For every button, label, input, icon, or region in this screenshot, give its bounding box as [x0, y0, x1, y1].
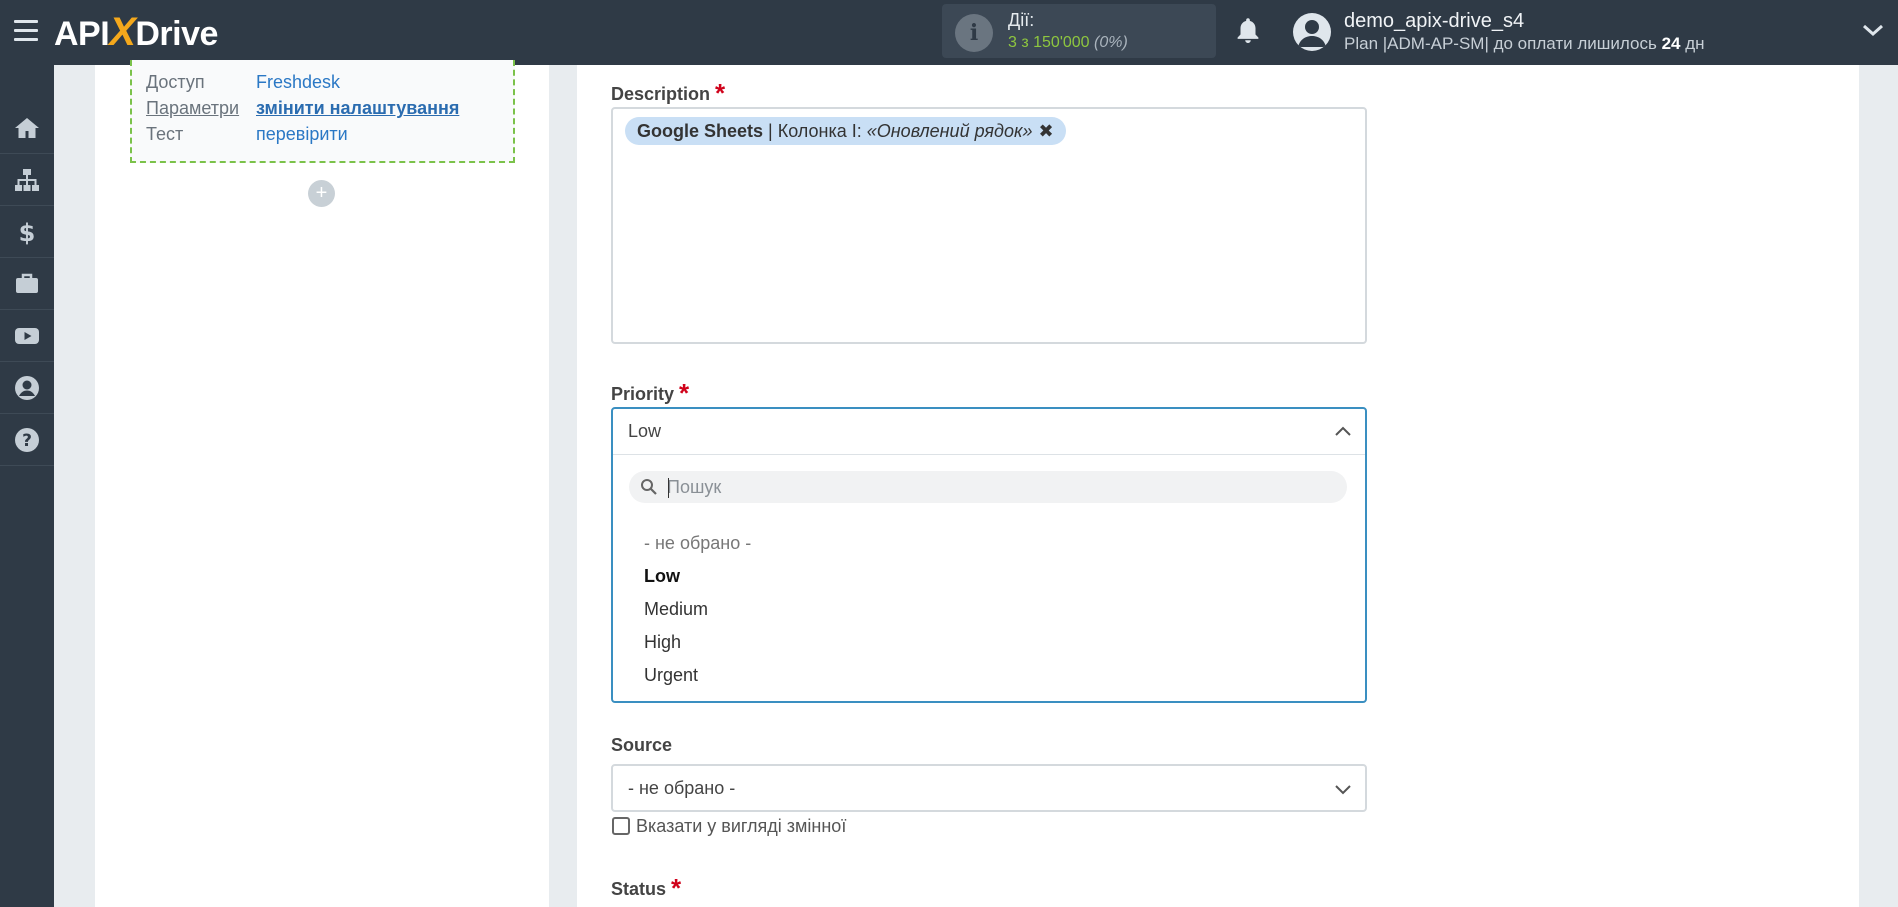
user-icon — [15, 375, 39, 400]
params-row: Параметри змінити налаштування — [146, 98, 459, 119]
access-row: Доступ Freshdesk — [146, 72, 340, 93]
field-tag: Google Sheets | Колонка I: «Оновлений ря… — [625, 117, 1066, 145]
option-medium[interactable]: Medium — [644, 599, 708, 620]
sidebar-item-home[interactable] — [0, 102, 54, 154]
variable-checkbox-row[interactable]: Вказати у вигляді змінної — [612, 816, 846, 837]
option-urgent[interactable]: Urgent — [644, 665, 698, 686]
priority-label: Priority * — [611, 378, 690, 408]
priority-selected-value: Low — [628, 421, 662, 441]
description-label: Description * — [611, 78, 726, 108]
plan-info: Plan |ADM-AP-SM| до оплати лишилось 24 д… — [1344, 34, 1705, 53]
source-selected-value: - не обрано - — [628, 778, 736, 798]
params-key: Параметри — [146, 98, 240, 118]
actions-label: Дії: — [1008, 10, 1035, 30]
sidebar-item-connections[interactable] — [0, 154, 54, 206]
add-step-button[interactable]: + — [308, 180, 335, 207]
chevron-down-icon[interactable] — [1862, 22, 1884, 38]
sitemap-icon — [15, 168, 39, 191]
logo[interactable]: APIXDrive — [54, 10, 218, 54]
sidebar-item-profile[interactable] — [0, 362, 54, 414]
text-caret — [668, 478, 669, 498]
chevron-up-icon[interactable] — [1334, 425, 1352, 437]
sidebar-item-help[interactable]: ? — [0, 414, 54, 466]
destination-block: Доступ Freshdesk Параметри змінити налашту… — [130, 60, 515, 163]
search-box — [629, 471, 1347, 503]
priority-select-header[interactable]: Low — [613, 409, 1365, 455]
home-icon — [15, 117, 39, 138]
sidebar: $ ? — [0, 65, 54, 907]
user-name[interactable]: demo_apix-drive_s4 — [1344, 10, 1524, 33]
description-field[interactable]: Google Sheets | Колонка I: «Оновлений ря… — [611, 107, 1367, 344]
test-link[interactable]: перевірити — [256, 124, 348, 144]
change-settings-link[interactable]: змінити налаштування — [256, 98, 459, 118]
source-select[interactable]: - не обрано - — [611, 764, 1367, 812]
option-none[interactable]: - не обрано - — [644, 533, 751, 554]
variable-checkbox-label: Вказати у вигляді змінної — [636, 816, 847, 836]
status-label: Status * — [611, 873, 682, 903]
briefcase-icon — [16, 273, 38, 293]
option-high[interactable]: High — [644, 632, 681, 653]
dollar-icon: $ — [19, 219, 36, 246]
help-icon: ? — [15, 427, 39, 452]
access-value-link[interactable]: Freshdesk — [256, 72, 340, 92]
access-key: Доступ — [146, 72, 205, 92]
avatar[interactable] — [1293, 13, 1331, 51]
bell-icon[interactable] — [1234, 16, 1262, 46]
test-row: Тест перевірити — [146, 124, 348, 145]
search-icon — [641, 479, 657, 495]
actions-counter: i Дії: 3 з 150'000 (0%) — [942, 4, 1216, 58]
svg-text:$: $ — [19, 219, 36, 246]
svg-text:?: ? — [22, 431, 32, 451]
remove-tag-icon[interactable]: ✖ — [1038, 121, 1053, 141]
menu-icon[interactable] — [14, 20, 38, 42]
info-icon: i — [955, 14, 993, 52]
option-low[interactable]: Low — [644, 566, 680, 587]
chevron-down-icon — [1335, 785, 1351, 795]
priority-dropdown[interactable]: Low - не обрано - Low Medium High Urgent — [611, 407, 1367, 703]
top-bar: APIXDrive i Дії: 3 з 150'000 (0%) demo_a… — [0, 0, 1898, 65]
youtube-icon — [15, 327, 39, 344]
test-key: Тест — [146, 124, 184, 144]
variable-checkbox[interactable] — [612, 817, 630, 835]
source-label: Source — [611, 735, 673, 755]
sidebar-item-services[interactable] — [0, 258, 54, 310]
sidebar-item-billing[interactable]: $ — [0, 206, 54, 258]
actions-value: 3 з 150'000 (0%) — [1008, 34, 1128, 51]
search-input[interactable] — [667, 474, 1327, 500]
sidebar-item-video[interactable] — [0, 310, 54, 362]
